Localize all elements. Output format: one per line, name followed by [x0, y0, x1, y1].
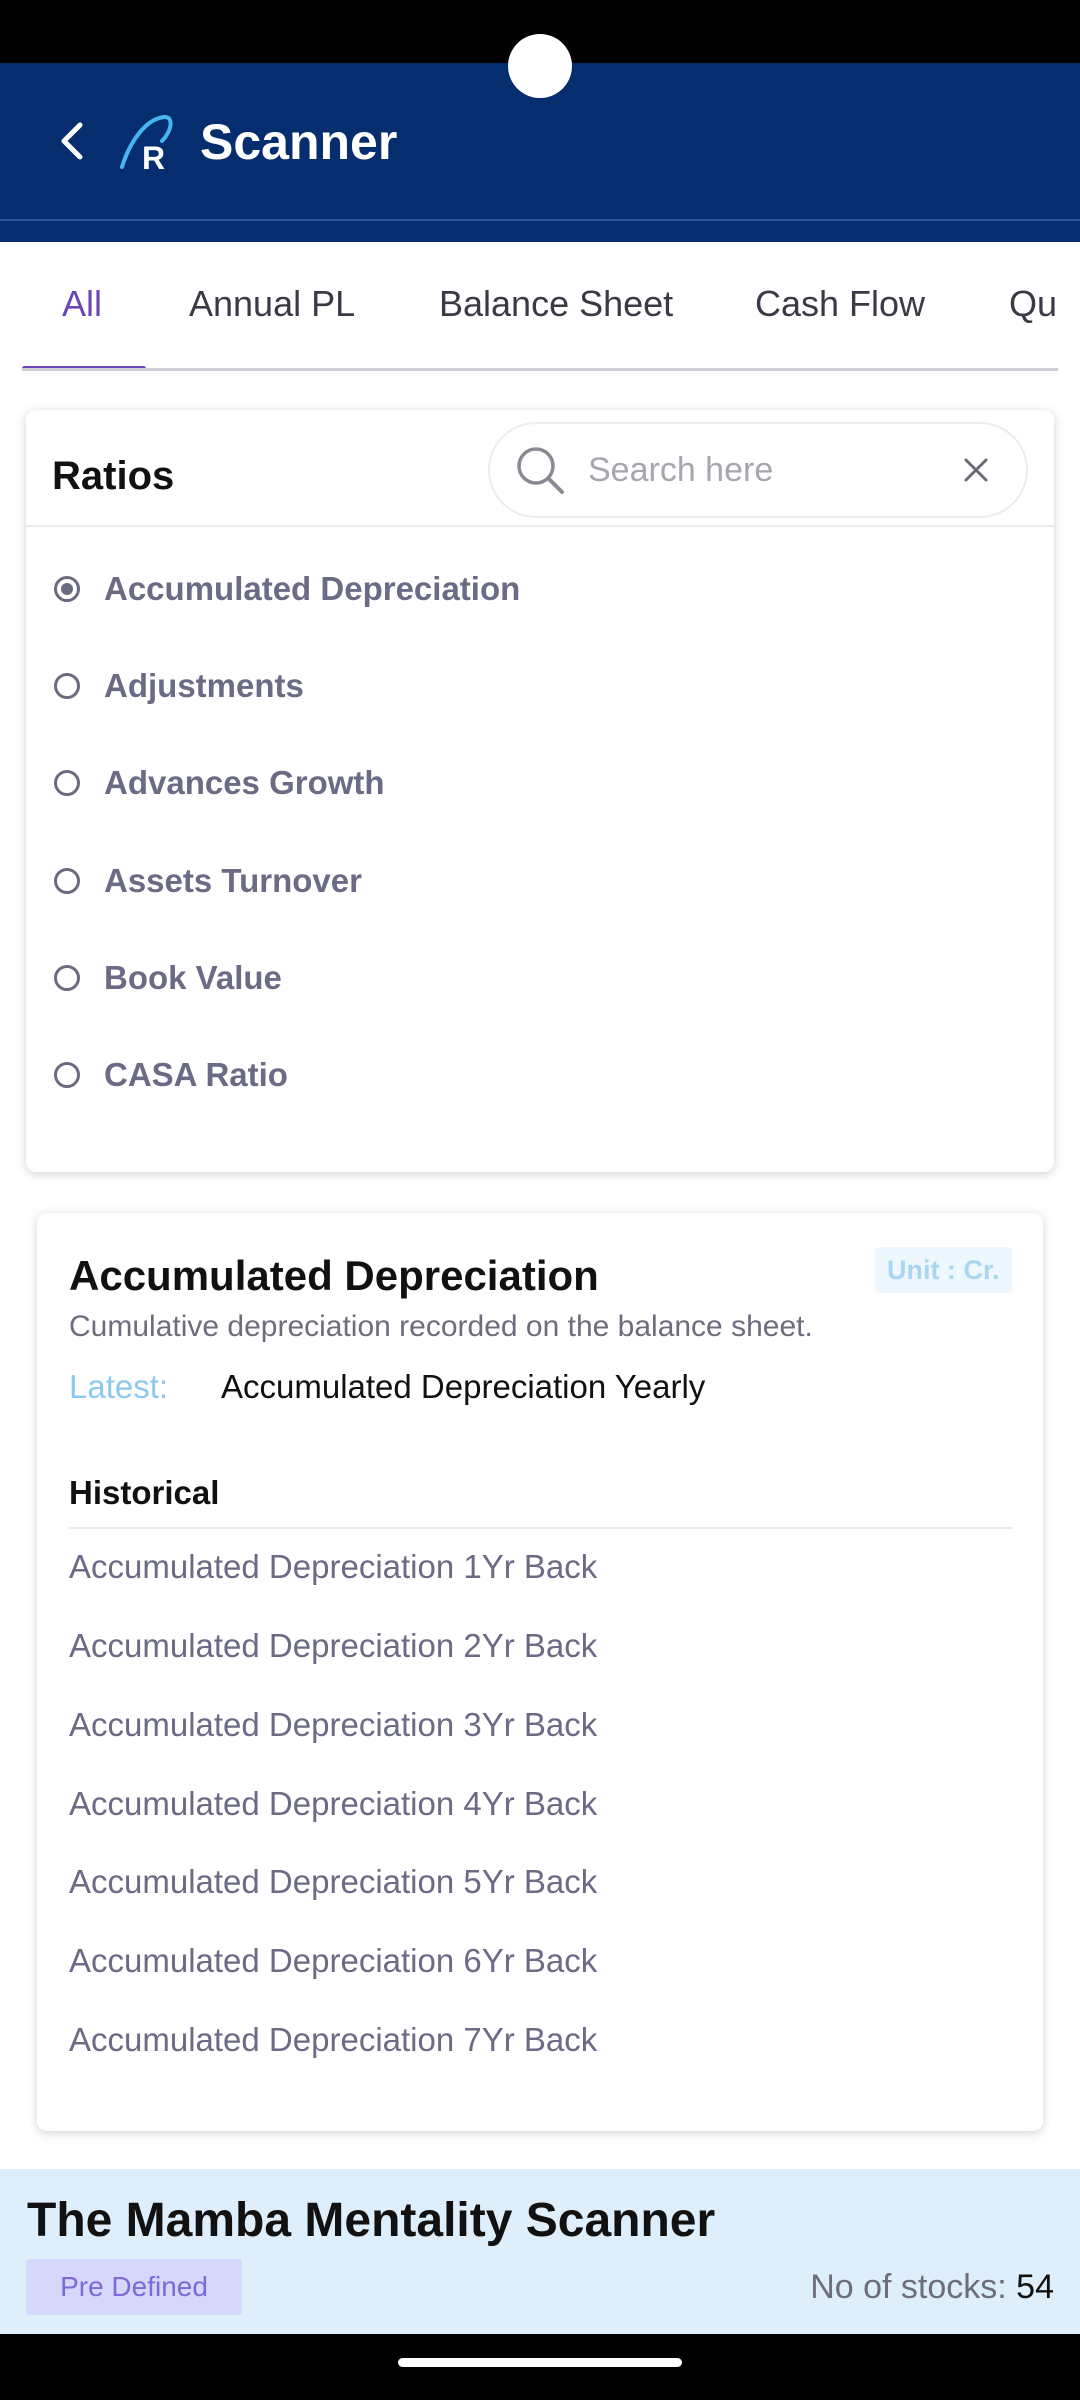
ratio-option-label: Assets Turnover — [104, 862, 362, 899]
ratio-option-label: Accumulated Depreciation — [104, 570, 521, 607]
back-arrow-icon — [61, 122, 83, 160]
svg-text:R: R — [142, 140, 165, 173]
tab-cash-flow[interactable]: Cash Flow — [755, 280, 925, 328]
latest-label: Latest: — [69, 1368, 169, 1405]
ratio-option-label: Advances Growth — [104, 764, 385, 801]
historical-item[interactable]: Accumulated Depreciation 5Yr Back — [69, 1860, 597, 1904]
header-divider — [0, 219, 1080, 221]
detail-title: Accumulated Depreciation — [69, 1252, 599, 1299]
ratio-option-assets-turnover[interactable]: Assets Turnover — [54, 851, 362, 911]
radio-icon — [54, 868, 80, 894]
search-box[interactable] — [488, 422, 1028, 518]
ratios-title: Ratios — [52, 454, 175, 498]
active-tab-indicator — [22, 366, 146, 368]
ratios-card: Ratios Accumulated Depreciation Adjustme… — [26, 410, 1054, 1172]
radio-icon — [54, 673, 80, 699]
ratio-option-label: CASA Ratio — [104, 1056, 288, 1093]
search-input[interactable] — [586, 442, 950, 498]
historical-item[interactable]: Accumulated Depreciation 3Yr Back — [69, 1703, 597, 1747]
unit-badge: Unit : Cr. — [875, 1247, 1012, 1293]
latest-value[interactable]: Accumulated Depreciation Yearly — [221, 1365, 705, 1409]
historical-item[interactable]: Accumulated Depreciation 1Yr Back — [69, 1545, 597, 1589]
detail-description: Cumulative depreciation recorded on the … — [69, 1310, 813, 1343]
close-icon[interactable] — [960, 454, 992, 486]
divider — [26, 525, 1054, 527]
back-button[interactable] — [44, 113, 100, 169]
search-icon — [517, 447, 564, 494]
stock-count-value: 54 — [1016, 2268, 1054, 2306]
historical-item[interactable]: Accumulated Depreciation 6Yr Back — [69, 1939, 597, 1983]
radio-icon — [54, 770, 80, 796]
app-logo-icon: R — [120, 115, 173, 173]
camera-cutout — [508, 34, 572, 98]
ratio-option-book-value[interactable]: Book Value — [54, 948, 282, 1008]
radio-icon — [54, 1062, 80, 1088]
scanner-name: The Mamba Mentality Scanner — [27, 2194, 716, 2247]
navigation-bar — [0, 2334, 1080, 2400]
ratio-option-accumulated-depreciation[interactable]: Accumulated Depreciation — [54, 559, 520, 619]
category-tabs: All Annual PL Balance Sheet Cash Flow Qu… — [22, 242, 1058, 371]
radio-checked-icon — [54, 576, 80, 602]
historical-item[interactable]: Accumulated Depreciation 4Yr Back — [69, 1782, 597, 1826]
predefined-badge: Pre Defined — [26, 2259, 242, 2315]
radio-icon — [54, 965, 80, 991]
stock-count-label: No of stocks: — [810, 2268, 1007, 2306]
divider — [69, 1527, 1013, 1529]
ratio-option-label: Book Value — [104, 959, 282, 996]
ratio-detail-card: Accumulated Depreciation Unit : Cr. Cumu… — [37, 1213, 1043, 2131]
tab-annual-pl[interactable]: Annual PL — [189, 280, 355, 328]
ratio-option-casa-ratio[interactable]: CASA Ratio — [54, 1045, 288, 1105]
page-title: Scanner — [200, 114, 398, 170]
historical-item[interactable]: Accumulated Depreciation 7Yr Back — [69, 2018, 597, 2062]
home-indicator[interactable] — [398, 2358, 682, 2367]
historical-title: Historical — [69, 1474, 220, 1511]
stock-count: No of stocks: 54 — [810, 2263, 1054, 2311]
historical-item[interactable]: Accumulated Depreciation 2Yr Back — [69, 1624, 597, 1668]
scanner-banner[interactable]: The Mamba Mentality Scanner Pre Defined … — [0, 2169, 1080, 2334]
tab-balance-sheet[interactable]: Balance Sheet — [439, 280, 673, 328]
tab-quarterly[interactable]: Qua — [1009, 280, 1058, 328]
ratio-option-label: Adjustments — [104, 667, 304, 704]
tab-all[interactable]: All — [62, 280, 102, 328]
ratio-option-advances-growth[interactable]: Advances Growth — [54, 753, 385, 813]
ratio-option-adjustments[interactable]: Adjustments — [54, 656, 304, 716]
